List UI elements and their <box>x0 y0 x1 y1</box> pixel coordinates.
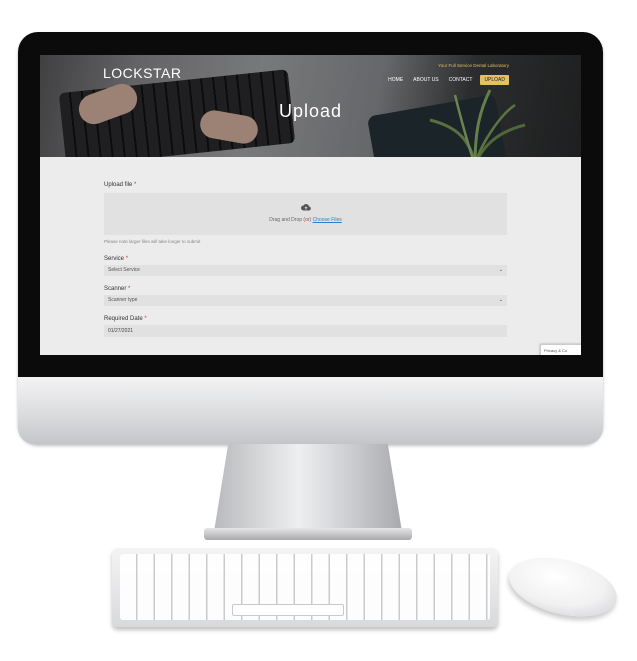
hero-banner: LOCKSTAR Your Full Service Dental Labora… <box>40 55 581 157</box>
scanner-field: Scanner * Scanner type ⌄ <box>104 286 507 306</box>
date-label: Required Date * <box>104 316 507 322</box>
required-date-input[interactable]: 01/27/2021 <box>104 325 507 337</box>
dropzone-instruction: Drag and Drop (or) <box>269 217 312 223</box>
required-date-value: 01/27/2021 <box>108 328 134 334</box>
main-nav: HOME ABOUT US CONTACT UPLOAD <box>386 75 509 85</box>
required-mark: * <box>134 182 137 188</box>
upload-file-label-text: Upload file <box>104 182 133 188</box>
imac-stand <box>213 444 403 538</box>
keyboard-spacebar <box>232 604 344 616</box>
scanner-label: Scanner * <box>104 286 507 292</box>
recaptcha-badge[interactable]: Privacy & Co <box>540 344 581 355</box>
chevron-down-icon: ⌄ <box>498 297 503 303</box>
service-field: Service * Select Service ⌄ <box>104 256 507 276</box>
nav-about-us[interactable]: ABOUT US <box>411 75 440 85</box>
site-tagline: Your Full Service Dental Laboratory <box>438 63 509 68</box>
service-label-text: Service <box>104 256 125 262</box>
imac-chin <box>18 377 603 444</box>
imac-stand-base <box>204 528 412 540</box>
service-select[interactable]: Select Service ⌄ <box>104 265 507 276</box>
magic-mouse <box>503 547 623 627</box>
scanner-label-text: Scanner <box>104 286 127 292</box>
required-mark: * <box>125 256 129 262</box>
required-mark: * <box>144 316 147 322</box>
date-field: Required Date * 01/27/2021 <box>104 316 507 337</box>
service-select-value: Select Service <box>108 267 140 273</box>
choose-files-link[interactable]: Choose Files <box>313 217 342 223</box>
site-logo[interactable]: LOCKSTAR <box>103 65 181 81</box>
dropzone-text: Drag and Drop (or) Choose Files <box>104 217 507 223</box>
date-label-text: Required Date <box>104 316 143 322</box>
magic-keyboard <box>112 548 498 627</box>
nav-home[interactable]: HOME <box>386 75 405 85</box>
chevron-down-icon: ⌄ <box>498 267 503 273</box>
upload-note: Please note larger files will take longe… <box>104 239 201 244</box>
scanner-select[interactable]: Scanner type ⌄ <box>104 295 507 306</box>
required-mark: * <box>128 286 131 292</box>
service-label: Service * <box>104 256 507 262</box>
nav-upload[interactable]: UPLOAD <box>480 75 509 85</box>
upload-file-label: Upload file * <box>104 182 507 188</box>
file-dropzone[interactable]: Drag and Drop (or) Choose Files <box>104 193 507 235</box>
nav-contact[interactable]: CONTACT <box>447 75 475 85</box>
scanner-select-value: Scanner type <box>108 297 138 303</box>
page-title: Upload <box>278 101 343 121</box>
browser-viewport: LOCKSTAR Your Full Service Dental Labora… <box>40 55 581 355</box>
upload-form: Upload file * Drag and Drop (or) Choose … <box>104 182 507 337</box>
cloud-upload-icon <box>104 204 507 213</box>
